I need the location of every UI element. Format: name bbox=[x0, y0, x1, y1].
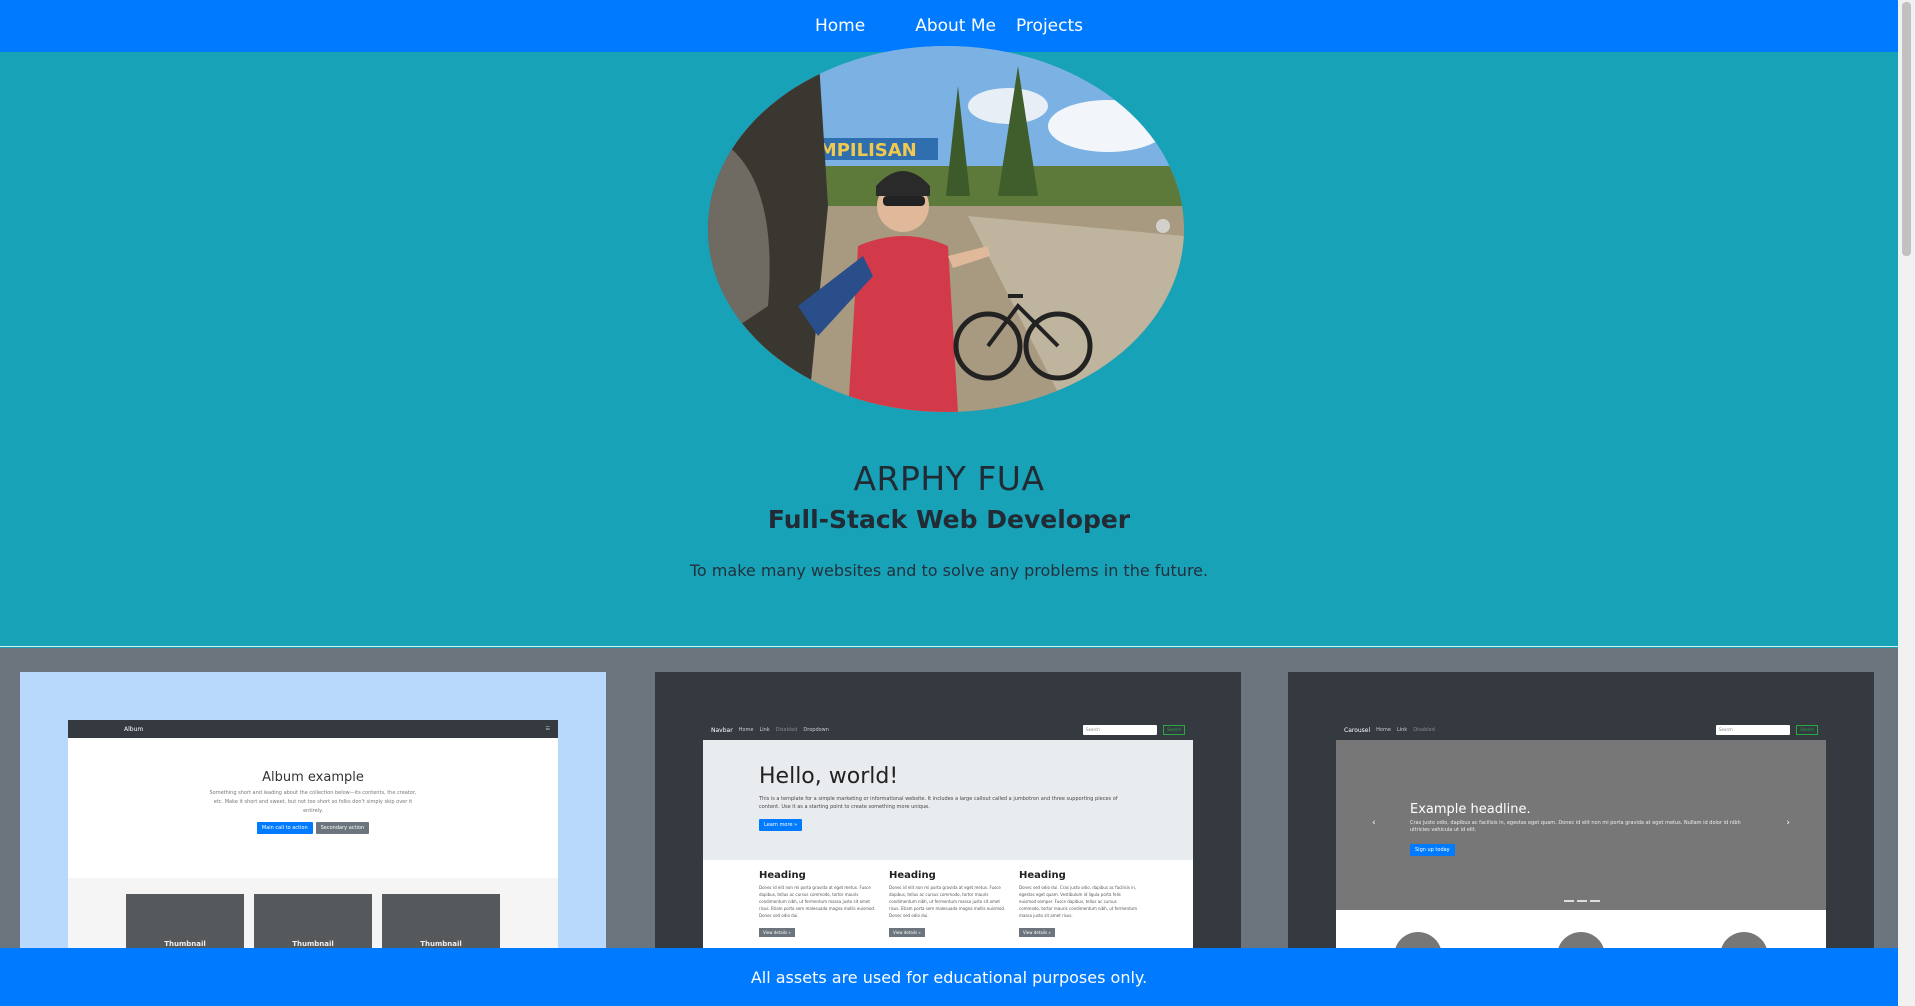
nav-link-home[interactable]: Home bbox=[805, 16, 875, 36]
carousel-preview-navbar: Carousel Home Link Disabled Search Searc… bbox=[1336, 720, 1826, 740]
menu-icon: ☰ bbox=[545, 726, 550, 732]
jumbotron-preview-column: Heading Donec id elit non mi porta gravi… bbox=[889, 870, 1007, 938]
column-button: View details » bbox=[1019, 928, 1055, 937]
column-button: View details » bbox=[889, 928, 925, 937]
hero-name: ARPHY FUA bbox=[853, 459, 1045, 498]
column-heading: Heading bbox=[889, 870, 936, 881]
carousel-preview-text: Cras justo odio, dapibus ac facilisis in… bbox=[1410, 820, 1741, 833]
top-navbar: Home About Me Projects bbox=[0, 0, 1898, 52]
carousel-preview-link: Home bbox=[1376, 727, 1391, 733]
jumbotron-preview-heading: Hello, world! bbox=[759, 764, 899, 789]
chevron-left-icon: ‹ bbox=[1372, 818, 1376, 828]
carousel-preview: Carousel Home Link Disabled Search Searc… bbox=[1336, 720, 1826, 962]
column-text: Donec sed odio dui. Cras justo odio, dap… bbox=[1019, 885, 1137, 918]
footer-text: All assets are used for educational purp… bbox=[750, 967, 1148, 987]
album-preview-heading: Album example bbox=[262, 770, 364, 785]
projects-section: Album ☰ Album example Something short an… bbox=[0, 648, 1898, 962]
carousel-preview-link: Disabled bbox=[1413, 727, 1435, 733]
column-button: View details » bbox=[759, 928, 795, 937]
project-card-carousel[interactable]: Carousel Home Link Disabled Search Searc… bbox=[1288, 672, 1874, 962]
carousel-preview-link: Link bbox=[1396, 727, 1408, 733]
hero-role: Full-Stack Web Developer bbox=[767, 505, 1131, 534]
jumbotron-preview-link: Home bbox=[738, 727, 754, 733]
album-preview-navbar: Album ☰ bbox=[68, 720, 558, 738]
column-heading: Heading bbox=[1019, 870, 1066, 881]
carousel-indicators bbox=[1564, 900, 1600, 902]
carousel-preview-button: Sign up today bbox=[1410, 844, 1455, 856]
chevron-right-icon: › bbox=[1786, 818, 1790, 828]
album-preview: Album ☰ Album example Something short an… bbox=[68, 720, 558, 962]
scrollbar-thumb[interactable] bbox=[1902, 2, 1911, 256]
jumbotron-preview-link: Link bbox=[759, 727, 770, 733]
jumbotron-preview-navbar: Navbar Home Link Disabled Dropdown Searc… bbox=[703, 720, 1193, 740]
project-card-album[interactable]: Album ☰ Album example Something short an… bbox=[20, 672, 606, 962]
jumbotron-preview-search: Search bbox=[1083, 725, 1157, 735]
album-preview-brand: Album bbox=[124, 725, 144, 733]
jumbotron-preview-brand: Navbar bbox=[711, 726, 733, 734]
jumbotron-preview-link: Disabled bbox=[775, 727, 798, 733]
vertical-scrollbar[interactable] bbox=[1898, 0, 1915, 1006]
nav-link-projects[interactable]: Projects bbox=[1006, 16, 1093, 36]
jumbotron-preview-text: This is a template for a simple marketin… bbox=[759, 796, 1118, 810]
jumbotron-preview-column: Heading Donec id elit non mi porta gravi… bbox=[759, 870, 877, 938]
carousel-preview-search: Search bbox=[1716, 725, 1790, 735]
carousel-preview-heading: Example headline. bbox=[1410, 802, 1531, 817]
album-preview-primary-button: Main call to action bbox=[256, 822, 313, 834]
project-card-jumbotron[interactable]: Navbar Home Link Disabled Dropdown Searc… bbox=[655, 672, 1241, 962]
hero-section: TAMPILISAN ARPHY FUA Full-Stack Web Deve… bbox=[0, 46, 1898, 647]
footer: All assets are used for educational purp… bbox=[0, 948, 1898, 1006]
jumbotron-preview-column: Heading Donec sed odio dui. Cras justo o… bbox=[1019, 870, 1137, 938]
album-preview-text: Something short and leading about the co… bbox=[209, 790, 417, 814]
jumbotron-preview-search-button: Search bbox=[1163, 725, 1185, 735]
carousel-preview-search-button: Search bbox=[1796, 725, 1818, 735]
jumbotron-preview-link: Dropdown bbox=[803, 727, 829, 733]
jumbotron-preview-learn-button: Learn more » bbox=[759, 819, 803, 831]
nav-link-about-me[interactable]: About Me bbox=[905, 16, 1006, 36]
jumbotron-preview: Navbar Home Link Disabled Dropdown Searc… bbox=[703, 720, 1193, 962]
hero-tagline: To make many websites and to solve any p… bbox=[689, 561, 1209, 580]
column-text: Donec id elit non mi porta gravida at eg… bbox=[759, 885, 876, 918]
carousel-preview-brand: Carousel bbox=[1344, 726, 1371, 734]
column-text: Donec id elit non mi porta gravida at eg… bbox=[889, 885, 1006, 918]
profile-photo: TAMPILISAN bbox=[708, 46, 1184, 412]
album-preview-secondary-button: Secondary action bbox=[315, 822, 370, 834]
column-heading: Heading bbox=[759, 870, 806, 881]
